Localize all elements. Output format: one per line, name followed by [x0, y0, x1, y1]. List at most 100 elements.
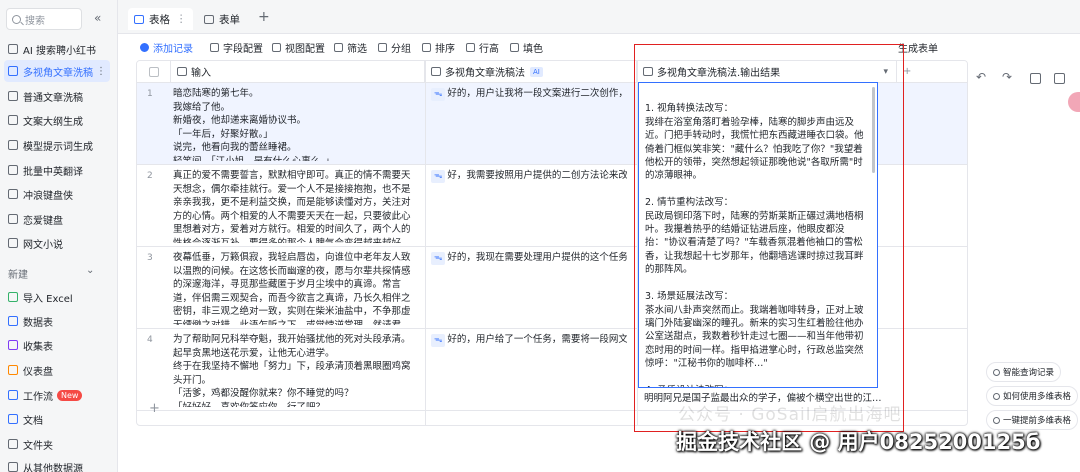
new-section-label[interactable]: 新建 ⌄: [8, 265, 94, 281]
more-icon[interactable]: ⋮: [176, 13, 187, 25]
collapse-sidebar-icon[interactable]: «: [94, 11, 101, 25]
chevron-down-icon: ⌄: [86, 265, 95, 276]
watermark: 公众号 · GoSail启航出海吧: [678, 405, 902, 425]
new-folder[interactable]: 文件夹: [4, 433, 110, 455]
feedback-icon: [993, 416, 1000, 424]
sidebar-item-novel[interactable]: 网文小说: [4, 232, 110, 254]
view-icon: [272, 42, 281, 52]
document-icon: [8, 414, 18, 424]
search-icon: [12, 14, 21, 24]
sidebar-item-prompt-gen[interactable]: 模型提示词生成: [4, 134, 110, 156]
header-result[interactable]: 多视角文章洗稿法.输出结果 ▾: [637, 61, 897, 83]
dashboard-icon: [8, 365, 18, 375]
field-config-button[interactable]: 字段配置: [210, 39, 263, 55]
add-row-button[interactable]: +: [149, 401, 160, 416]
comment-icon[interactable]: [1054, 73, 1065, 84]
group-button[interactable]: 分组: [378, 39, 411, 55]
method-cell[interactable]: ᯓ 好，我需要按照用户提供的二创方法论来改…: [431, 169, 627, 183]
add-column-button[interactable]: +: [897, 61, 967, 83]
group-icon: [378, 42, 387, 52]
fill-color-button[interactable]: 填色: [510, 39, 543, 55]
table-icon: [8, 189, 18, 199]
excel-icon: [8, 292, 18, 302]
sidebar-item-love[interactable]: 恋爱键盘: [4, 208, 110, 230]
search-box[interactable]: 搜索: [6, 8, 82, 30]
folder-icon: [8, 439, 18, 449]
row-height-button[interactable]: 行高: [466, 39, 499, 55]
new-badge: New: [57, 389, 83, 401]
result-text: 1. 视角转换法改写： 我绯在浴室角落盯着验孕棒，陆寒的脚步声由远及近。门把手转…: [645, 103, 864, 387]
tab-form[interactable]: 表单: [198, 8, 246, 30]
add-record-button[interactable]: 添加记录: [140, 39, 193, 55]
filter-button[interactable]: 筛选: [334, 39, 367, 55]
sidebar-item-outline[interactable]: 文案大纲生成: [4, 109, 110, 131]
new-import-excel[interactable]: 导入 Excel: [4, 286, 110, 308]
workflow-icon: [8, 390, 18, 400]
table-icon: [8, 165, 18, 175]
sidebar-item-translate[interactable]: 批量中英翻译: [4, 159, 110, 181]
sidebar-item-surf[interactable]: 冲浪键盘侠: [4, 183, 110, 205]
new-form[interactable]: 收集表: [4, 334, 110, 356]
ai-tag: AI: [530, 66, 543, 77]
ai-text-icon: [177, 67, 187, 76]
how-to-use-button[interactable]: 如何使用多维表格: [986, 386, 1079, 406]
input-cell[interactable]: 暗恋陆寒的第七年。 我嫁给了他。 新婚夜，他却递来离婚协议书。 「一年后，好聚好…: [173, 87, 417, 161]
sort-icon: [422, 42, 431, 52]
new-document[interactable]: 文档: [4, 408, 110, 430]
method-cell[interactable]: ᯓ 好的，用户给了一个任务，需要将一段网文…: [431, 333, 627, 347]
header-method[interactable]: 多视角文章洗稿法 AI: [425, 61, 637, 83]
sidebar-item-normal-rewrite[interactable]: 普通文章洗稿: [4, 85, 110, 107]
view-config-button[interactable]: 视图配置: [272, 39, 325, 55]
add-view-icon[interactable]: +: [258, 9, 270, 25]
header-checkbox-cell: [137, 61, 171, 83]
expanded-result-cell[interactable]: 1. 视角转换法改写： 我绯在浴室角落盯着验孕棒，陆寒的脚步声由远及近。门把手转…: [638, 82, 878, 388]
input-cell[interactable]: 真正的爱不需要誓言，默默相守即可。真正的情不需要天天想念，偶尔牵挂就行。爱一个人…: [173, 169, 417, 243]
scrollbar[interactable]: [872, 87, 875, 173]
more-icon[interactable]: ⋮: [96, 66, 106, 77]
footer-watermark: 掘金技术社区 @ 用户0825200125б: [676, 430, 1041, 454]
layout-icon[interactable]: [1030, 73, 1041, 84]
sort-button[interactable]: 排序: [422, 39, 455, 55]
main-area: 表格 ⋮ 表单 + 添加记录 字段配置 视图配置 筛选 分组 排序 行高 填色 生…: [118, 0, 1080, 472]
input-cell[interactable]: 为了帮助阿兄科举夺魁，我开始骚扰他的死对头段承清。 起早贪黑地送花示爱，让他无心…: [173, 333, 417, 407]
ai-text-icon: [643, 67, 653, 76]
grid-icon: [134, 14, 144, 24]
new-workflow[interactable]: 工作流 New: [4, 384, 110, 406]
floating-assistant[interactable]: [1068, 92, 1080, 112]
plus-circle-icon: [140, 42, 149, 52]
datasource-icon: [8, 462, 18, 472]
table-icon: [8, 44, 18, 54]
sidebar-item-ai-search[interactable]: AI 搜索聘小红书: [4, 38, 110, 60]
method-cell[interactable]: ᯓ 好的，我现在需要处理用户提供的这个任务…: [431, 251, 627, 265]
undo-icon[interactable]: ↶: [976, 70, 987, 84]
ai-thought-icon: ᯓ: [431, 88, 446, 101]
tab-table[interactable]: 表格 ⋮: [128, 8, 193, 30]
table-icon: [8, 140, 18, 150]
new-dashboard[interactable]: 仪表盘: [4, 359, 110, 381]
input-cell[interactable]: 夜幕低垂，万籁俱寂，我轻启唇齿，向谁位中老年友人致以温煦的问候。在这悠长而幽邃的…: [173, 251, 417, 325]
chevron-down-icon[interactable]: ▾: [883, 67, 888, 77]
ai-thought-icon: ᯓ: [431, 170, 446, 183]
select-all-checkbox[interactable]: [149, 66, 159, 77]
gear-icon: [210, 42, 219, 52]
table-icon: [8, 115, 18, 125]
header-input[interactable]: 输入: [171, 61, 425, 83]
help-icon: [993, 392, 1000, 400]
paint-bucket-icon: [510, 42, 519, 52]
table-icon: [8, 66, 18, 76]
filter-icon: [334, 42, 343, 52]
redo-icon[interactable]: ↷: [1002, 70, 1013, 84]
new-other-source[interactable]: 从其他数据源: [4, 456, 110, 472]
clock-icon: [993, 368, 1000, 376]
search-placeholder: 搜索: [25, 15, 45, 27]
datatable-icon: [8, 316, 18, 326]
smart-query-button[interactable]: 智能查询记录: [986, 362, 1062, 382]
toolbar: 添加记录 字段配置 视图配置 筛选 分组 排序 行高 填色 生成表单 ↶ ↷: [118, 34, 1080, 84]
form-icon: [204, 14, 214, 24]
sidebar-item-multi-view-rewrite[interactable]: 多视角文章洗稿 ⋮: [4, 60, 110, 82]
ai-thought-icon: ᯓ: [431, 334, 446, 347]
gen-form-button[interactable]: 生成表单: [898, 39, 938, 55]
method-cell[interactable]: ᯓ 好的，用户让我将一段文案进行二次创作，…: [431, 87, 627, 101]
sidebar: 搜索 « AI 搜索聘小红书 多视角文章洗稿 ⋮ 普通文章洗稿 文案大纲生成 模型…: [0, 0, 118, 472]
new-datatable[interactable]: 数据表: [4, 310, 110, 332]
